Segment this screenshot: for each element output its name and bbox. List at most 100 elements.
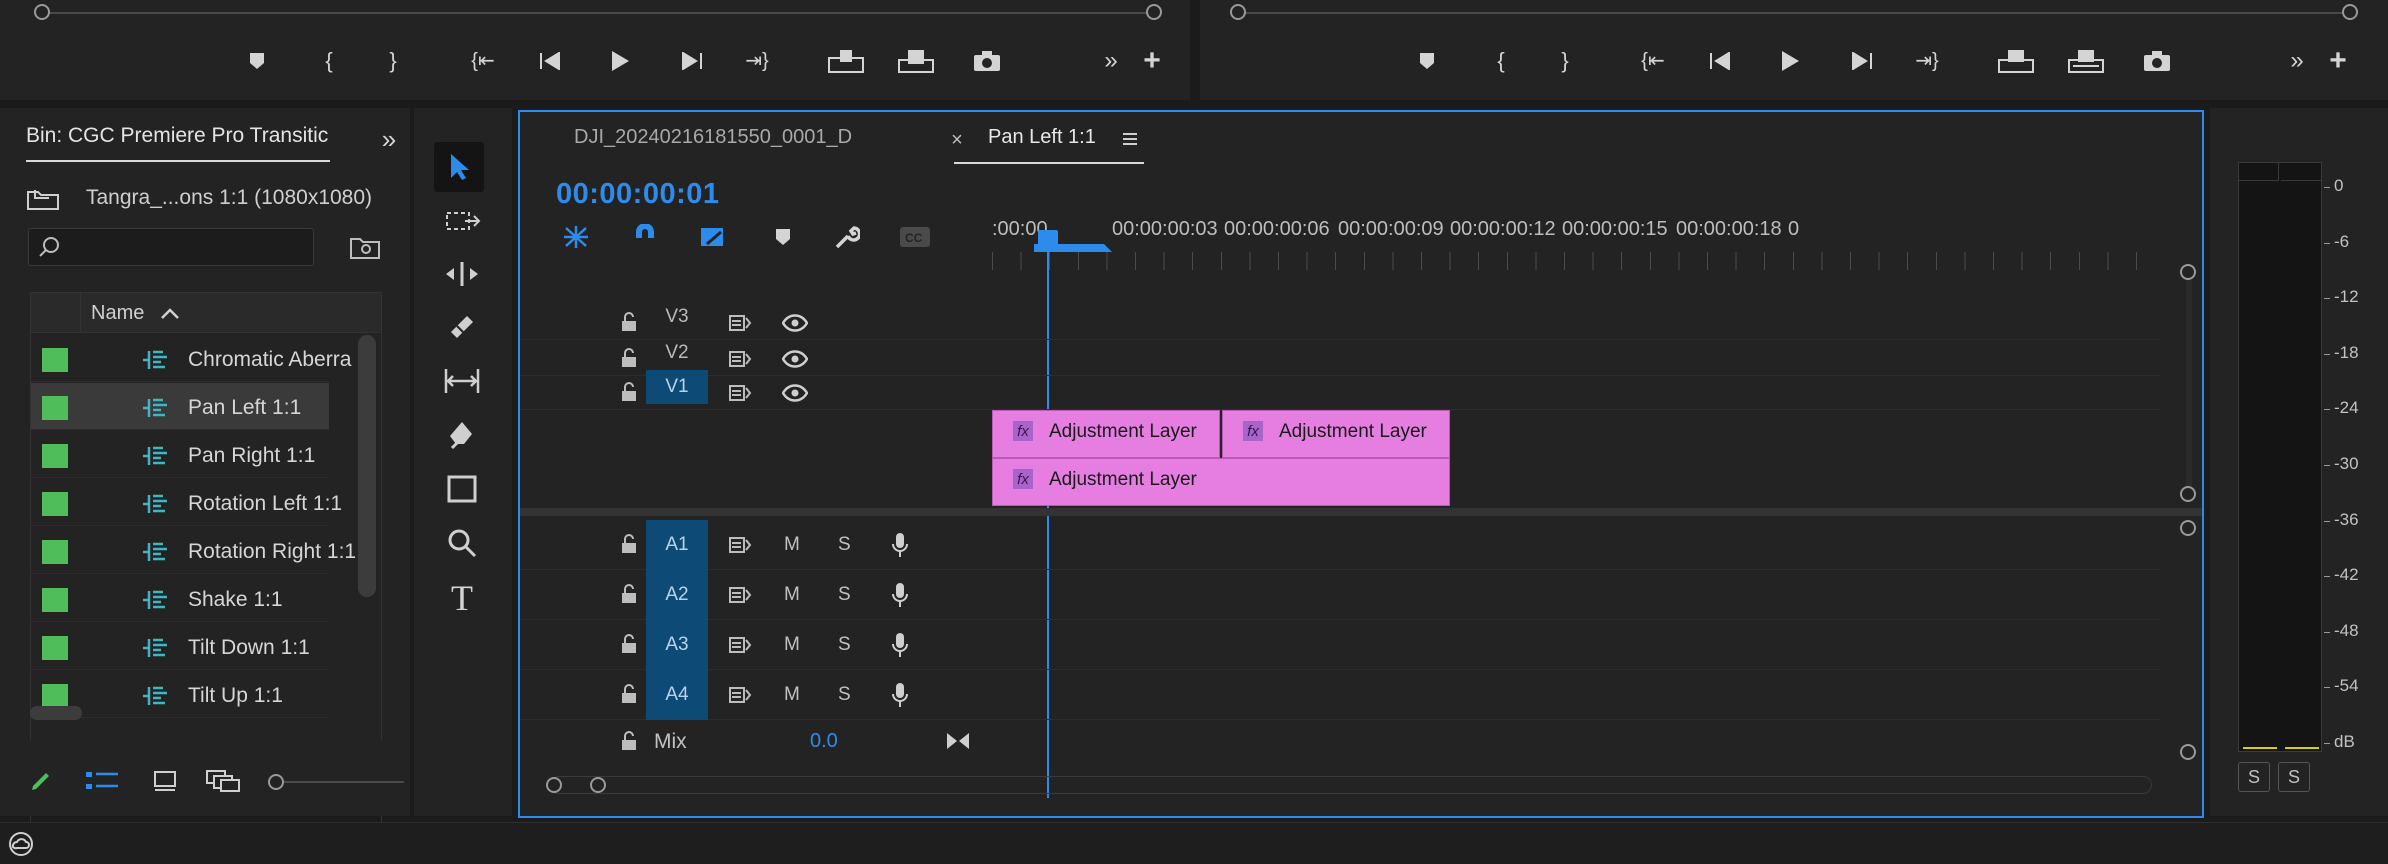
step-forward-icon[interactable]	[678, 48, 706, 74]
mark-in-icon[interactable]: {	[316, 46, 342, 76]
mute-button[interactable]: M	[784, 534, 800, 556]
ripple-edit-tool-icon[interactable]	[442, 258, 482, 290]
label-color-swatch[interactable]	[42, 444, 68, 468]
timecode-display[interactable]: 00:00:00:01	[556, 178, 720, 211]
label-color-swatch[interactable]	[42, 396, 68, 420]
linked-selection-icon[interactable]	[698, 222, 728, 252]
track-target[interactable]: A3	[646, 620, 708, 670]
search-input[interactable]	[67, 233, 307, 261]
sync-lock-icon[interactable]	[726, 584, 754, 606]
playhead-handle[interactable]	[1038, 230, 1058, 248]
search-field[interactable]	[28, 228, 314, 266]
timeline-clip[interactable]: fx Adjustment Layer	[992, 410, 1220, 458]
mark-out-icon[interactable]: }	[1552, 46, 1578, 76]
track-target[interactable]: V1	[646, 370, 708, 404]
insert-icon[interactable]	[826, 46, 866, 76]
microphone-icon[interactable]	[888, 680, 912, 710]
source-scrub-start-handle[interactable]	[34, 4, 50, 20]
add-marker-icon[interactable]	[772, 226, 794, 248]
video-scroll-top[interactable]	[2180, 264, 2196, 280]
creative-cloud-icon[interactable]	[6, 831, 36, 857]
video-scroll-bottom[interactable]	[2180, 486, 2196, 502]
zoom-tool-icon[interactable]	[444, 526, 480, 560]
solo-right-button[interactable]: S	[2278, 762, 2310, 792]
more-controls-icon[interactable]: »	[1098, 46, 1124, 76]
lock-icon[interactable]	[618, 730, 640, 752]
sync-lock-icon[interactable]	[726, 312, 754, 334]
go-to-in-icon[interactable]: {⇤	[1638, 46, 1668, 76]
audio-scroll-top[interactable]	[2180, 520, 2196, 536]
eye-icon[interactable]	[780, 312, 810, 334]
microphone-icon[interactable]	[888, 630, 912, 660]
label-color-swatch[interactable]	[42, 636, 68, 660]
tab-sequence-2[interactable]: Pan Left 1:1	[954, 126, 1144, 164]
eye-icon[interactable]	[780, 348, 810, 370]
label-column-header[interactable]	[31, 293, 81, 333]
play-icon[interactable]	[606, 46, 634, 76]
mark-in-icon[interactable]: {	[1488, 46, 1514, 76]
mute-button[interactable]: M	[784, 634, 800, 656]
lock-icon[interactable]	[618, 346, 640, 370]
sync-lock-icon[interactable]	[726, 684, 754, 706]
list-view-icon[interactable]	[84, 766, 120, 796]
sync-lock-icon[interactable]	[726, 382, 754, 404]
vertical-scrollbar[interactable]	[358, 335, 376, 597]
track-target[interactable]: A2	[646, 570, 708, 620]
add-button-icon[interactable]: +	[2324, 46, 2352, 76]
add-button-icon[interactable]: +	[1138, 46, 1166, 76]
horizontal-scrollbar[interactable]	[30, 706, 82, 720]
source-scrub-track[interactable]	[42, 12, 1152, 14]
eye-icon[interactable]	[780, 382, 810, 404]
program-scrub-start-handle[interactable]	[1230, 4, 1246, 20]
solo-button[interactable]: S	[838, 684, 851, 706]
timeline-clip[interactable]: fx Adjustment Layer	[1222, 410, 1450, 458]
bin-tab[interactable]: Bin: CGC Premiere Pro Transitic	[26, 124, 330, 162]
list-item[interactable]: Pan Right 1:1	[31, 431, 329, 478]
timeline-clip[interactable]: fx Adjustment Layer	[992, 458, 1450, 506]
list-item[interactable]: Pan Left 1:1	[31, 383, 329, 430]
solo-button[interactable]: S	[838, 584, 851, 606]
list-item[interactable]: Tilt Down 1:1	[31, 623, 329, 670]
microphone-icon[interactable]	[888, 530, 912, 560]
solo-left-button[interactable]: S	[2238, 762, 2270, 792]
zoom-slider-track[interactable]	[284, 781, 404, 783]
razor-tool-icon[interactable]	[444, 310, 480, 344]
tab-sequence-1[interactable]: DJI_20240216181550_0001_D	[574, 126, 852, 162]
mute-button[interactable]: M	[784, 684, 800, 706]
selection-tool[interactable]	[434, 142, 484, 192]
lock-icon[interactable]	[618, 632, 640, 656]
wrench-icon[interactable]	[832, 222, 862, 252]
more-controls-icon[interactable]: »	[2284, 46, 2310, 76]
label-color-swatch[interactable]	[42, 348, 68, 372]
audio-scroll-bottom[interactable]	[2180, 744, 2196, 760]
track-target[interactable]: A1	[646, 520, 708, 570]
video-scroll-track[interactable]	[2186, 272, 2192, 492]
export-frame-icon[interactable]	[972, 48, 1002, 74]
timeline-scroll-right[interactable]	[590, 777, 606, 793]
freeform-view-icon[interactable]	[204, 766, 244, 796]
sync-lock-icon[interactable]	[726, 634, 754, 656]
mark-out-icon[interactable]: }	[380, 46, 406, 76]
lock-icon[interactable]	[618, 532, 640, 556]
mute-button[interactable]: M	[784, 584, 800, 606]
track-target[interactable]: V3	[646, 300, 708, 334]
list-item[interactable]: Shake 1:1	[31, 575, 329, 622]
name-column-header[interactable]: Name	[91, 302, 144, 325]
sync-lock-icon[interactable]	[726, 348, 754, 370]
export-frame-icon[interactable]	[2142, 48, 2172, 74]
nest-toggle-icon[interactable]	[560, 222, 592, 252]
captions-icon[interactable]: CC	[898, 224, 932, 250]
find-icon[interactable]	[350, 232, 380, 262]
snap-icon[interactable]	[630, 222, 660, 252]
slip-tool-icon[interactable]	[442, 364, 482, 398]
microphone-icon[interactable]	[888, 580, 912, 610]
list-item[interactable]: Rotation Left 1:1	[31, 479, 342, 526]
label-color-swatch[interactable]	[42, 588, 68, 612]
timeline-horizontal-scrollbar[interactable]	[550, 776, 2152, 794]
sort-ascending-icon[interactable]	[159, 305, 181, 323]
lift-icon[interactable]	[1996, 46, 2036, 76]
label-color-swatch[interactable]	[42, 684, 68, 708]
list-item[interactable]: Rotation Right 1:1	[31, 527, 356, 574]
label-color-swatch[interactable]	[42, 492, 68, 516]
track-target[interactable]: V2	[646, 336, 708, 370]
